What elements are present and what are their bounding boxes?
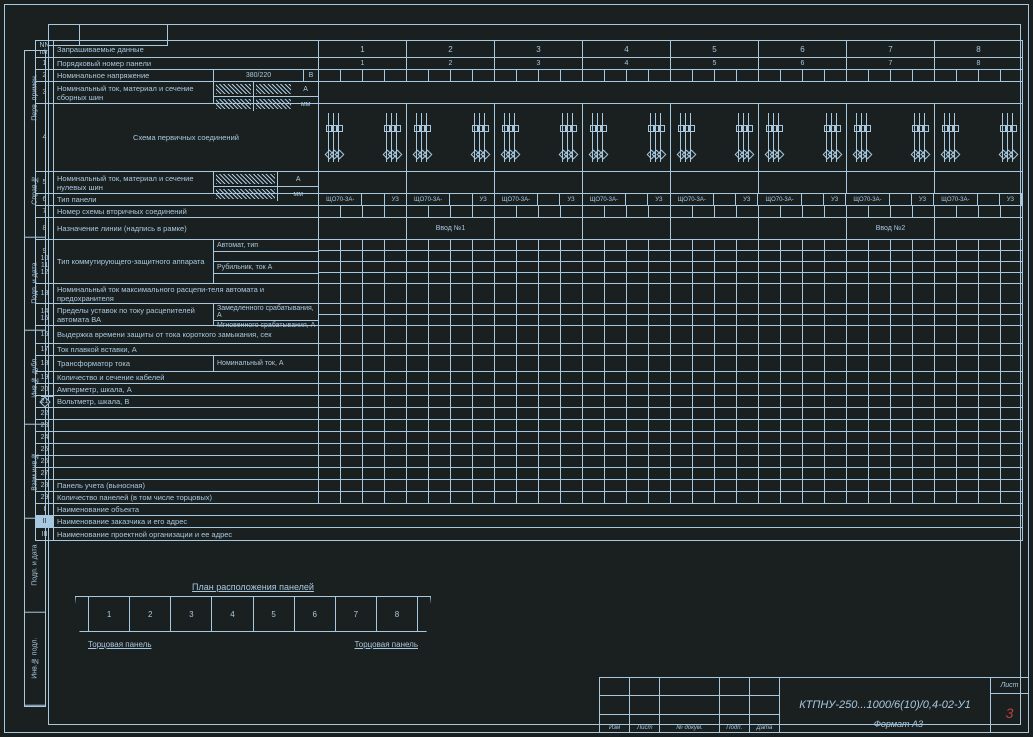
plan-cell: 4 bbox=[212, 597, 253, 631]
table-row: 17Ток плавкой вставки, А bbox=[36, 344, 1022, 356]
table-row: 7 Номер схемы вторичных соединений bbox=[36, 206, 1022, 218]
schematic-top bbox=[319, 82, 1022, 103]
plan-cell: 3 bbox=[171, 597, 212, 631]
panel-header: 6 bbox=[759, 41, 847, 57]
table-row: 1 Порядковый номер панели 12345678 bbox=[36, 58, 1022, 70]
table-row: 24 bbox=[36, 432, 1022, 444]
schematic-cell bbox=[847, 104, 935, 171]
table-row: 2 Номинальное напряжение 380/220 В bbox=[36, 70, 1022, 82]
schematic-cell bbox=[759, 104, 847, 171]
table-row: 8 Назначение линии (надпись в рамке) Вво… bbox=[36, 218, 1022, 240]
sheet-block: Лист 3 bbox=[990, 678, 1028, 732]
table-row: 18Трансформатор токаНоминальный ток, А bbox=[36, 356, 1022, 372]
table-row: IIНаименование заказчика и его адрес bbox=[36, 516, 1022, 528]
plan-title: План расположения панелей bbox=[88, 582, 418, 592]
table-row: 23 bbox=[36, 420, 1022, 432]
plan-cell: 2 bbox=[130, 597, 171, 631]
panel-header: 7 bbox=[847, 41, 935, 57]
tb-revision-grid: Изм Лист № докум. Подп. Дата bbox=[600, 678, 780, 732]
table-row: 20Амперметр, шкала, А bbox=[36, 384, 1022, 396]
side-label: Инв.№ подл. bbox=[25, 612, 45, 706]
schematic-cell bbox=[935, 104, 1022, 171]
panel-header: 3 bbox=[495, 41, 583, 57]
plan-labels: Торцовая панель Торцовая панель bbox=[88, 640, 418, 649]
table-row: 16Выдержка времени защиты от тока коротк… bbox=[36, 326, 1022, 344]
plan-cell: 5 bbox=[254, 597, 295, 631]
panel-header: 2 bbox=[407, 41, 495, 57]
table-row: 19Количество и сечение кабелей bbox=[36, 372, 1022, 384]
panel-header: 5 bbox=[671, 41, 759, 57]
main-table: NN п/п Запрашиваемые данные 12345678 1 П… bbox=[35, 40, 1023, 541]
panel-header: 4 bbox=[583, 41, 671, 57]
table-row: 3 Номинальный ток, материал и сечение сб… bbox=[36, 82, 1022, 104]
table-row: 1415Пределы уставок по току расцепителей… bbox=[36, 304, 1022, 326]
plan-cell: 8 bbox=[377, 597, 417, 631]
table-row: 22 bbox=[36, 408, 1022, 420]
schematic-cell bbox=[319, 104, 407, 171]
table-row: 27 bbox=[36, 468, 1022, 480]
table-row: 6 Тип панели ЩО70-3А-УЗЩО70-3А-УЗЩО70-3А… bbox=[36, 194, 1022, 206]
plan-table: 12345678 bbox=[88, 596, 418, 632]
table-row: 29Количество панелей (в том числе торцов… bbox=[36, 492, 1022, 504]
panel-header: 8 bbox=[935, 41, 1022, 57]
plan-block: План расположения панелей 12345678 Торцо… bbox=[88, 582, 418, 649]
table-row: 25 bbox=[36, 444, 1022, 456]
plan-cell: 7 bbox=[336, 597, 377, 631]
table-row: IНаименование объекта bbox=[36, 504, 1022, 516]
format-label: Формат А3 bbox=[874, 719, 923, 729]
schematic-cell bbox=[407, 104, 495, 171]
title-block: Изм Лист № докум. Подп. Дата КТПНУ-250..… bbox=[599, 677, 1029, 733]
table-row: 28Панель учета (выносная) bbox=[36, 480, 1022, 492]
schematic-cell bbox=[583, 104, 671, 171]
schematic-cell bbox=[671, 104, 759, 171]
plan-cell: 1 bbox=[89, 597, 130, 631]
panel-header: 1 bbox=[319, 41, 407, 57]
schema-row: 4 Схема первичных соединений bbox=[36, 104, 1022, 172]
plan-cell: 6 bbox=[295, 597, 336, 631]
table-row: 21Вольтметр, шкала, В bbox=[36, 396, 1022, 408]
col-nn: NN п/п bbox=[36, 41, 54, 57]
table-row: 5 Номинальный ток, материал и сечение ну… bbox=[36, 172, 1022, 194]
table-row: 13Номинальный ток максимального расцепи-… bbox=[36, 284, 1022, 304]
schematic-cell bbox=[495, 104, 583, 171]
table-row: 9101112 Тип коммутирующего-защитного апп… bbox=[36, 240, 1022, 284]
header-row: NN п/п Запрашиваемые данные 12345678 bbox=[36, 41, 1022, 58]
col-title: Запрашиваемые данные bbox=[54, 41, 319, 57]
table-row: IIIНаименование проектной организации и … bbox=[36, 528, 1022, 540]
table-row: 26 bbox=[36, 456, 1022, 468]
sheet-number: 3 bbox=[991, 694, 1028, 732]
